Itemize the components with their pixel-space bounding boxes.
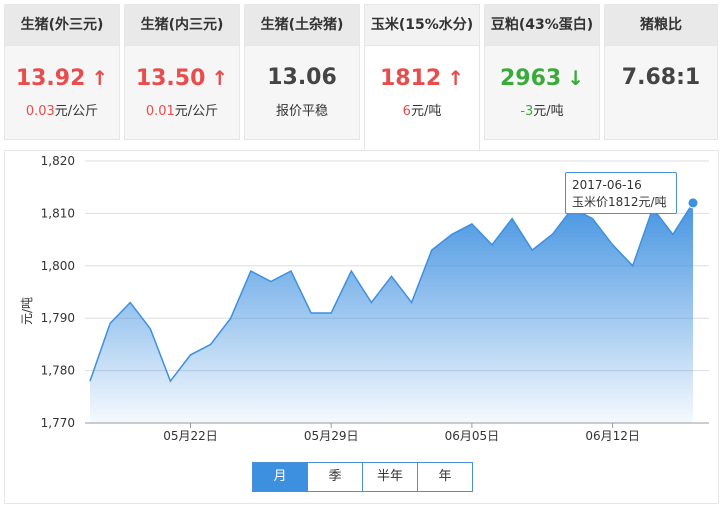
data-point[interactable] bbox=[108, 321, 112, 325]
data-point[interactable] bbox=[369, 300, 373, 304]
tab-corn[interactable]: 玉米(15%水分) 1812 ↑ 6元/吨 bbox=[364, 4, 480, 154]
price-value: 13.50 ↑ bbox=[135, 66, 229, 91]
data-point[interactable] bbox=[430, 248, 434, 252]
price-change: 0.01元/公斤 bbox=[145, 104, 219, 119]
data-point[interactable] bbox=[168, 379, 172, 383]
y-tick-label: 1,790 bbox=[41, 311, 75, 325]
chart-tooltip: 2017-06-16 玉米价1812元/吨 bbox=[565, 172, 677, 214]
tab-pig-inner[interactable]: 生猪(内三元) 13.50 ↑ 0.01元/公斤 bbox=[124, 4, 240, 140]
price-note: 报价平稳 bbox=[275, 104, 328, 119]
data-point[interactable] bbox=[128, 300, 132, 304]
y-axis-label: 元/吨 bbox=[20, 297, 34, 325]
data-point[interactable] bbox=[349, 269, 353, 273]
range-year-button[interactable]: 年 bbox=[418, 463, 472, 491]
price-change: -3元/吨 bbox=[520, 104, 564, 119]
data-point[interactable] bbox=[591, 217, 595, 221]
data-point[interactable] bbox=[611, 243, 615, 247]
data-point[interactable] bbox=[671, 232, 675, 236]
tab-title: 生猪(内三元) bbox=[125, 5, 239, 46]
data-point[interactable] bbox=[189, 353, 193, 357]
y-tick-label: 1,780 bbox=[41, 364, 75, 378]
data-point[interactable] bbox=[329, 311, 333, 315]
price-change: 0.03元/公斤 bbox=[25, 104, 99, 119]
data-point[interactable] bbox=[510, 217, 514, 221]
x-tick-label: 06月05日 bbox=[445, 429, 500, 443]
range-selector: 月 季 半年 年 bbox=[252, 462, 473, 492]
down-arrow-icon: ↓ bbox=[567, 66, 584, 90]
price-value: 13.92 ↑ bbox=[15, 66, 109, 91]
data-point[interactable] bbox=[390, 274, 394, 278]
data-point[interactable] bbox=[530, 248, 534, 252]
tab-pig-local[interactable]: 生猪(土杂猪) 13.06 报价平稳 bbox=[244, 4, 360, 140]
price-value: 2963 ↓ bbox=[500, 66, 584, 91]
data-point[interactable] bbox=[410, 300, 414, 304]
data-point[interactable] bbox=[148, 327, 152, 331]
range-quarter-button[interactable]: 季 bbox=[308, 463, 363, 491]
tab-title: 生猪(土杂猪) bbox=[245, 5, 359, 46]
data-point[interactable] bbox=[249, 269, 253, 273]
data-point[interactable] bbox=[450, 232, 454, 236]
data-point[interactable] bbox=[289, 269, 293, 273]
x-tick-label: 05月22日 bbox=[163, 429, 218, 443]
price-change: 6元/吨 bbox=[402, 104, 442, 119]
y-tick-label: 1,770 bbox=[41, 416, 75, 430]
tab-title: 豆粕(43%蛋白) bbox=[485, 5, 599, 46]
range-month-button[interactable]: 月 bbox=[253, 463, 308, 491]
range-half-year-button[interactable]: 半年 bbox=[363, 463, 418, 491]
tab-soymeal[interactable]: 豆粕(43%蛋白) 2963 ↓ -3元/吨 bbox=[484, 4, 600, 140]
data-point[interactable] bbox=[470, 222, 474, 226]
price-value: 13.06 bbox=[267, 65, 337, 90]
y-tick-label: 1,810 bbox=[41, 206, 75, 220]
commodity-tabs: 生猪(外三元) 13.92 ↑ 0.03元/公斤 生猪(内三元) 13.50 ↑ 0… bbox=[0, 0, 723, 154]
x-axis: 05月22日 05月29日 06月05日 06月12日 bbox=[163, 423, 640, 443]
data-point[interactable] bbox=[550, 232, 554, 236]
x-tick-label: 06月12日 bbox=[585, 429, 640, 443]
up-arrow-icon: ↑ bbox=[447, 66, 464, 90]
up-arrow-icon: ↑ bbox=[91, 66, 109, 90]
tab-title: 玉米(15%水分) bbox=[365, 5, 479, 46]
data-point[interactable] bbox=[229, 316, 233, 320]
price-area bbox=[90, 202, 693, 423]
tooltip-date: 2017-06-16 bbox=[572, 178, 642, 192]
price-value: 1812 ↑ bbox=[380, 66, 464, 91]
data-point[interactable] bbox=[88, 379, 92, 383]
x-tick-label: 05月29日 bbox=[304, 429, 359, 443]
y-axis: 1,770 1,780 1,790 1,800 1,810 1,820 bbox=[41, 154, 75, 430]
data-point[interactable] bbox=[490, 243, 494, 247]
tab-pig-grain-ratio[interactable]: 猪粮比 7.68:1 bbox=[604, 4, 718, 140]
y-tick-label: 1,800 bbox=[41, 259, 75, 273]
data-point[interactable] bbox=[269, 280, 273, 284]
tab-title: 猪粮比 bbox=[605, 5, 717, 46]
data-point[interactable] bbox=[209, 342, 213, 346]
tab-title: 生猪(外三元) bbox=[5, 5, 119, 46]
data-point[interactable] bbox=[631, 264, 635, 268]
tooltip-value: 玉米价1812元/吨 bbox=[572, 195, 667, 209]
y-tick-label: 1,820 bbox=[41, 154, 75, 168]
data-point[interactable] bbox=[309, 311, 313, 315]
tab-pig-outer[interactable]: 生猪(外三元) 13.92 ↑ 0.03元/公斤 bbox=[4, 4, 120, 140]
ratio-value: 7.68:1 bbox=[621, 65, 701, 90]
up-arrow-icon: ↑ bbox=[211, 66, 229, 90]
highlighted-point[interactable] bbox=[687, 197, 699, 209]
